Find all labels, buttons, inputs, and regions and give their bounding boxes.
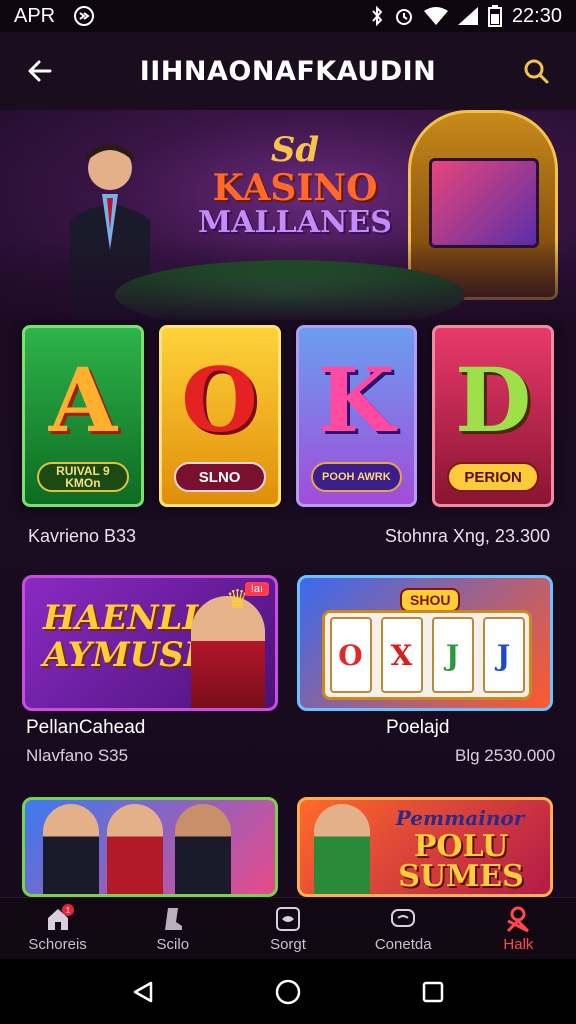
system-home-button[interactable] bbox=[268, 972, 308, 1012]
status-bar: APR 22:30 bbox=[0, 0, 576, 32]
screen: APR 22:30 IIHNAONAFKAUDIN Sd KASINO MALL… bbox=[0, 0, 576, 1024]
tile-title-big-line-1: POLU bbox=[413, 829, 509, 864]
letter-card-d[interactable]: D PERION bbox=[432, 325, 554, 507]
tile-title-big: POLU SUMES bbox=[376, 832, 546, 892]
tile-title: HAENLI AYMUSE bbox=[43, 598, 210, 676]
back-button[interactable] bbox=[22, 53, 58, 89]
search-icon bbox=[524, 59, 549, 84]
system-recents-button[interactable] bbox=[413, 972, 453, 1012]
logo-line-1: KASINO bbox=[212, 167, 378, 209]
back-arrow-icon bbox=[28, 60, 52, 82]
system-nav-bar bbox=[0, 959, 576, 1024]
nav-label: Conetda bbox=[374, 935, 432, 953]
nav-item-sorgt[interactable]: Sorgt bbox=[230, 898, 345, 959]
system-back-button[interactable] bbox=[123, 972, 163, 1012]
profile-icon bbox=[504, 905, 532, 933]
nfc-icon bbox=[73, 5, 95, 27]
letter-card-label: SLNO bbox=[173, 462, 266, 492]
tile-1-sub: Nlavfano S35 bbox=[26, 746, 129, 765]
logo-script: Sd bbox=[270, 130, 320, 170]
info-row: Kavrieno B33 Stohnra Xng, 23.300 bbox=[28, 526, 550, 547]
nav-label: Schoreis bbox=[28, 935, 87, 953]
nav-item-halk[interactable]: Halk bbox=[461, 898, 576, 959]
search-button[interactable] bbox=[518, 53, 554, 89]
carrier-text: APR bbox=[14, 4, 56, 27]
character-illustration bbox=[43, 804, 99, 894]
battery-icon bbox=[487, 5, 502, 27]
character-illustration bbox=[314, 804, 370, 894]
page-title: IIHNAONAFKAUDIN bbox=[139, 55, 437, 87]
tile-title-line-1: HAENLI bbox=[43, 598, 199, 638]
letter-card-a[interactable]: A RUIVAL 9 KMOn bbox=[22, 325, 144, 507]
bluetooth-icon bbox=[370, 6, 384, 26]
game-tile-2[interactable]: SHOU O X J J bbox=[297, 575, 553, 711]
letter-card-label: PERION bbox=[447, 462, 539, 492]
hero-banner[interactable]: Sd KASINO MALLANES bbox=[0, 110, 576, 320]
tile-badge: !aı bbox=[244, 582, 269, 596]
nav-label: Sorgt bbox=[270, 935, 306, 953]
home-circle-icon bbox=[275, 979, 301, 1004]
info-left-text: Kavrieno B33 bbox=[28, 526, 137, 546]
letter-card-o[interactable]: O SLNO bbox=[158, 325, 281, 507]
letter-glyph: A bbox=[48, 348, 118, 452]
nav-item-conetda[interactable]: Conetda bbox=[346, 898, 461, 959]
chat-icon bbox=[389, 905, 417, 933]
boot-icon bbox=[159, 905, 187, 933]
letter-glyph: D bbox=[454, 348, 532, 452]
alarm-icon bbox=[394, 6, 414, 26]
hero-fade bbox=[0, 240, 576, 320]
wifi-icon bbox=[423, 7, 448, 25]
tile-title-small: Pemmainor bbox=[395, 806, 525, 830]
slot-reels: O X J J bbox=[322, 610, 532, 700]
clock-text: 22:30 bbox=[511, 4, 562, 27]
logo-line-2: MALLANES bbox=[198, 205, 392, 240]
app-bar: IIHNAONAFKAUDIN bbox=[0, 32, 576, 110]
nav-item-scilo[interactable]: Scilo bbox=[115, 898, 230, 959]
tile-sign: SHOU bbox=[400, 588, 461, 612]
signal-icon bbox=[457, 7, 478, 25]
tile-title-line-2: AYMUSE bbox=[43, 635, 210, 676]
reel-symbol: X bbox=[380, 617, 423, 693]
letter-card-label: POOH AWRK bbox=[310, 462, 403, 492]
tile-title-big-line-2: SUMES bbox=[398, 859, 524, 894]
back-triangle-icon bbox=[133, 981, 152, 1002]
game-tile-4[interactable]: Pemmainor POLU SUMES bbox=[297, 797, 553, 897]
reel-symbol: J bbox=[482, 617, 525, 693]
letter-card-label: RUIVAL 9 KMOn bbox=[37, 462, 129, 492]
tile-2-label[interactable]: Poelajd bbox=[386, 717, 449, 739]
letter-card-row: A RUIVAL 9 KMOn O SLNO K POOH AWRK D PER… bbox=[22, 325, 554, 507]
letter-card-k[interactable]: K POOH AWRK bbox=[295, 325, 418, 507]
tile-1-label[interactable]: PellanCahead bbox=[26, 717, 145, 739]
fish-icon bbox=[274, 905, 302, 933]
character-illustration bbox=[107, 804, 163, 894]
info-right-text: Stohnra Xng, 23.300 bbox=[384, 526, 550, 546]
reel-symbol: O bbox=[329, 617, 372, 693]
bottom-nav: Schoreis 1 Scilo Sorgt Conetda Halk bbox=[0, 897, 576, 959]
nav-label: Halk bbox=[503, 935, 534, 953]
letter-glyph: K bbox=[318, 348, 395, 452]
game-tile-3[interactable] bbox=[22, 797, 278, 897]
tile-2-sub: Blg 2530.000 bbox=[455, 746, 556, 765]
game-tile-1[interactable]: HAENLI AYMUSE ♛ !aı bbox=[22, 575, 278, 711]
notification-badge: 1 bbox=[62, 904, 74, 916]
recents-square-icon bbox=[423, 981, 444, 1002]
letter-glyph: O bbox=[181, 348, 258, 452]
nav-item-home[interactable]: Schoreis 1 bbox=[0, 898, 115, 959]
nav-label: Scilo bbox=[156, 935, 190, 953]
reel-symbol: J bbox=[431, 617, 474, 693]
character-illustration bbox=[175, 804, 231, 894]
